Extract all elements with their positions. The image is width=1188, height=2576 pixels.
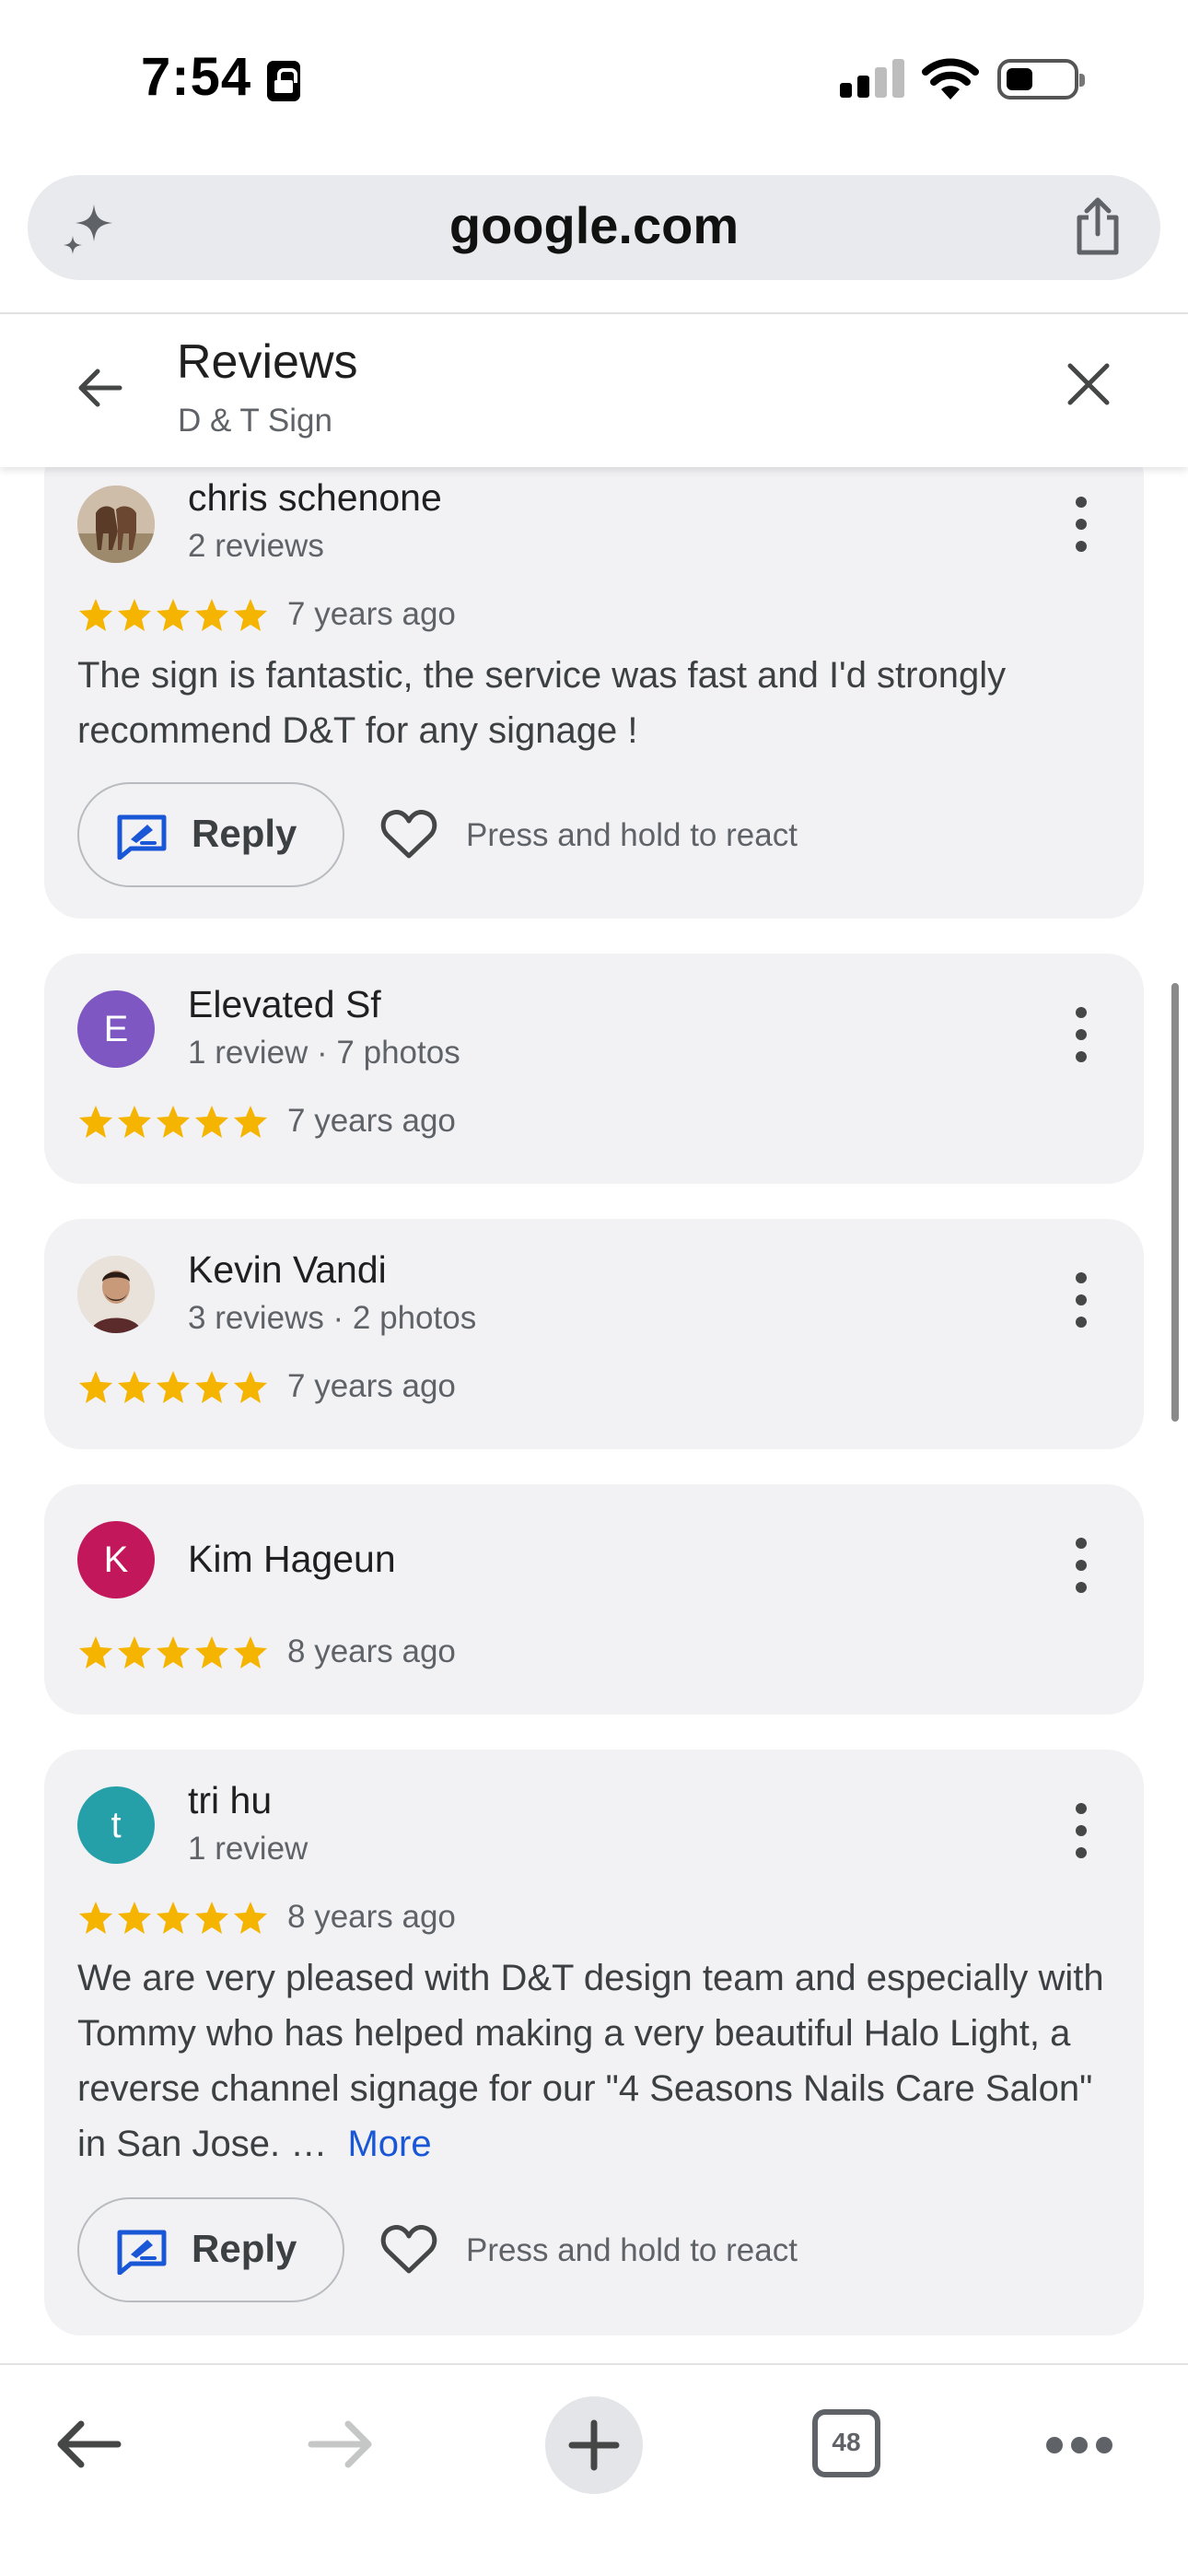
more-options-icon[interactable] [1076,1007,1087,1062]
more-menu-icon[interactable] [1046,2437,1112,2453]
more-options-icon[interactable] [1076,1803,1087,1858]
reviewer-avatar[interactable] [77,1256,155,1333]
reply-button-label: Reply [192,812,297,855]
star-icon [118,1371,151,1403]
star-rating [77,596,271,633]
star-icon [79,1636,112,1669]
review-date: 7 years ago [287,1368,456,1404]
star-icon [79,1371,112,1403]
url-text[interactable]: google.com [28,195,1160,255]
back-arrow-icon[interactable] [72,360,127,416]
reviewer-name[interactable]: Kevin Vandi [188,1248,387,1292]
review-card: t tri hu 1 review 8 years ago We are ver… [44,1750,1144,2336]
reviewer-meta: 1 review [188,1831,309,1867]
status-bar: 7:54 [0,0,1188,161]
more-options-icon[interactable] [1076,1538,1087,1593]
review-date: 7 years ago [287,1103,456,1139]
more-options-icon[interactable] [1076,497,1087,552]
star-icon [79,599,112,631]
star-icon [234,1636,267,1669]
reply-icon [117,814,167,860]
wifi-icon [922,58,979,100]
reply-button[interactable]: Reply [77,2197,344,2302]
reply-icon [117,2230,167,2275]
reviewer-meta: 3 reviews · 2 photos [188,1300,477,1336]
orientation-lock-icon [267,61,300,101]
star-icon [234,1371,267,1403]
star-icon [118,1902,151,1934]
star-rating [77,1633,271,1670]
new-tab-button[interactable] [545,2396,643,2494]
review-text-body: The sign is fantastic, the service was f… [77,655,1007,751]
review-card: Kevin Vandi 3 reviews · 2 photos 7 years… [44,1219,1144,1449]
tab-switcher-button[interactable]: 48 [812,2409,880,2477]
review-date: 7 years ago [287,596,456,632]
star-icon [118,1636,151,1669]
reviewer-avatar[interactable]: K [77,1521,155,1598]
react-hint: Press and hold to react [466,2232,798,2268]
review-card: K Kim Hageun 8 years ago [44,1484,1144,1715]
heart-icon[interactable] [380,2223,437,2277]
browser-forward-icon[interactable] [306,2417,376,2472]
reviewer-avatar[interactable]: E [77,990,155,1068]
star-icon [157,599,190,631]
review-text: We are very pleased with D&T design team… [77,1950,1118,2172]
close-icon[interactable] [1063,358,1114,410]
star-rating [77,1899,271,1936]
browser-toolbar: 48 [0,2365,1188,2576]
review-text-body: We are very pleased with D&T design team… [77,1958,1104,2164]
share-icon[interactable] [1072,197,1124,256]
react-hint: Press and hold to react [466,817,798,853]
reviewer-name[interactable]: Kim Hageun [188,1538,396,1581]
reviewer-name[interactable]: Elevated Sf [188,983,381,1026]
reviews-panel-header: Reviews D & T Sign [0,314,1188,467]
star-icon [157,1371,190,1403]
star-icon [157,1902,190,1934]
star-icon [234,599,267,631]
read-more-link[interactable]: More [347,2124,431,2164]
cellular-signal-icon [840,59,906,100]
star-icon [234,1106,267,1138]
address-bar[interactable]: google.com [28,175,1160,280]
star-icon [195,1636,228,1669]
heart-icon[interactable] [380,808,437,861]
star-icon [118,1106,151,1138]
more-options-icon[interactable] [1076,1272,1087,1328]
scrollbar-thumb[interactable] [1171,983,1179,1422]
star-icon [195,1902,228,1934]
star-icon [195,1106,228,1138]
reviewer-meta: 1 review · 7 photos [188,1035,460,1071]
plus-icon [568,2419,620,2471]
reviewer-avatar[interactable] [77,486,155,563]
star-icon [195,599,228,631]
review-date: 8 years ago [287,1899,456,1935]
reviews-list[interactable]: chris schenone 2 reviews 7 years ago The… [0,467,1188,2363]
star-icon [79,1902,112,1934]
reviewer-name[interactable]: tri hu [188,1779,272,1822]
star-icon [118,599,151,631]
star-icon [157,1106,190,1138]
panel-subtitle: D & T Sign [178,403,332,439]
battery-icon [997,59,1085,100]
review-card: chris schenone 2 reviews 7 years ago The… [44,467,1144,919]
star-icon [234,1902,267,1934]
review-text: The sign is fantastic, the service was f… [77,648,1118,758]
review-card: E Elevated Sf 1 review · 7 photos 7 year… [44,954,1144,1184]
star-rating [77,1103,271,1140]
star-rating [77,1368,271,1405]
star-icon [195,1371,228,1403]
reviewer-avatar[interactable]: t [77,1786,155,1864]
reviewer-name[interactable]: chris schenone [188,476,442,520]
tab-count: 48 [832,2428,861,2456]
browser-back-icon[interactable] [53,2417,123,2472]
status-time: 7:54 [141,47,252,107]
panel-title: Reviews [177,335,358,389]
review-date: 8 years ago [287,1633,456,1669]
reviewer-meta: 2 reviews [188,528,324,564]
star-icon [79,1106,112,1138]
star-icon [157,1636,190,1669]
reply-button-label: Reply [192,2227,297,2270]
reply-button[interactable]: Reply [77,782,344,887]
